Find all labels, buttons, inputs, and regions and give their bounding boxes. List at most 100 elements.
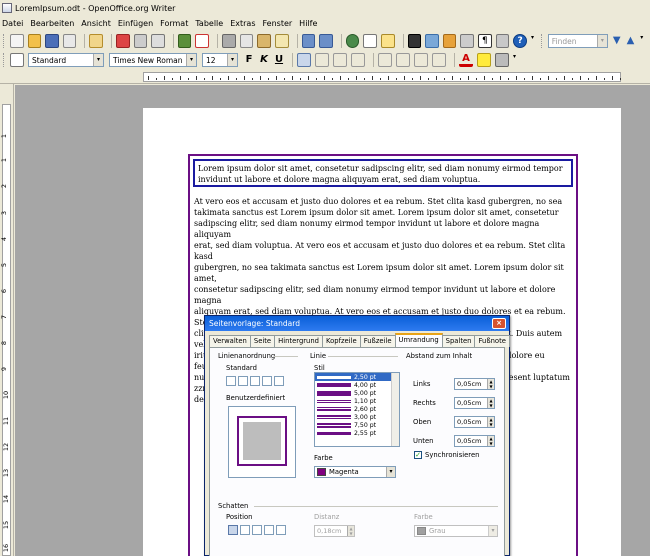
border-preview-area[interactable]	[228, 406, 296, 478]
edit-mode-icon[interactable]	[89, 34, 104, 48]
redo-icon[interactable]	[319, 34, 333, 48]
line-style-option[interactable]: 3,00 pt	[315, 413, 399, 421]
save-icon[interactable]	[45, 34, 59, 48]
menu-datei[interactable]: Datei	[2, 19, 23, 28]
shadow-bottom-right-button[interactable]	[240, 525, 250, 535]
italic-button[interactable]: K	[258, 53, 270, 67]
background-color-icon[interactable]	[495, 53, 509, 67]
find-dropdown-icon[interactable]: ▾	[596, 35, 607, 47]
shadow-top-left-button[interactable]	[276, 525, 286, 535]
spin-arrows-icon[interactable]: ▲ ▼	[487, 417, 494, 427]
tab-umrandung[interactable]: Umrandung	[394, 333, 443, 347]
table-icon[interactable]	[363, 34, 377, 48]
email-icon[interactable]	[62, 34, 77, 48]
find-toolbar-overflow-icon[interactable]: ▾	[640, 34, 646, 48]
find-replace-icon[interactable]	[407, 34, 422, 48]
bold-button[interactable]: F	[243, 53, 255, 67]
menu-fenster[interactable]: Fenster	[263, 19, 293, 28]
unten-spinbox[interactable]: 0,05cm ▲ ▼	[454, 435, 495, 447]
bullets-icon[interactable]	[396, 53, 410, 67]
align-left-icon[interactable]	[297, 53, 311, 67]
new-document-icon[interactable]	[9, 34, 24, 48]
align-center-icon[interactable]	[315, 53, 329, 67]
help-icon[interactable]: ?	[513, 34, 527, 48]
line-style-list[interactable]: 2,50 pt 4,00 pt 5,00 pt 1,10 pt 2,60 pt …	[314, 372, 400, 447]
size-dropdown-icon[interactable]: ▾	[227, 54, 237, 66]
gallery-icon[interactable]	[442, 34, 457, 48]
highlight-icon[interactable]	[477, 53, 491, 67]
horizontal-ruler[interactable]	[0, 70, 650, 84]
style-dropdown-icon[interactable]: ▾	[93, 54, 103, 66]
line-style-option[interactable]: 2,60 pt	[315, 405, 399, 413]
tab-seite[interactable]: Seite	[249, 335, 276, 347]
font-dropdown-icon[interactable]: ▾	[186, 54, 196, 66]
page-header[interactable]: Lorem ipsum dolor sit amet, consetetur s…	[193, 159, 573, 187]
shadow-none-button[interactable]	[228, 525, 238, 535]
shadow-bottom-left-button[interactable]	[264, 525, 274, 535]
color-dropdown-icon[interactable]: ▾	[386, 467, 395, 477]
menu-format[interactable]: Format	[160, 19, 188, 28]
print-icon[interactable]	[133, 34, 148, 48]
numbering-icon[interactable]	[378, 53, 392, 67]
line-style-option[interactable]: 4,00 pt	[315, 381, 399, 389]
sync-checkbox[interactable]: ✓	[414, 451, 422, 459]
hyperlink-icon[interactable]	[345, 34, 360, 48]
toolbar-grip[interactable]	[3, 53, 6, 67]
decrease-indent-icon[interactable]	[414, 53, 428, 67]
line-style-option[interactable]: 5,00 pt	[315, 389, 399, 397]
line-style-option[interactable]: 2,50 pt	[315, 373, 399, 381]
tab-verwalten[interactable]: Verwalten	[209, 335, 251, 347]
tab-fussnote[interactable]: Fußnote	[474, 335, 510, 347]
spellcheck-icon[interactable]	[177, 34, 192, 48]
styles-formatting-icon[interactable]	[10, 53, 24, 67]
close-icon[interactable]: ×	[492, 318, 506, 329]
spin-arrows-icon[interactable]: ▲ ▼	[487, 436, 494, 446]
tab-spalten[interactable]: Spalten	[441, 335, 476, 347]
tab-hintergrund[interactable]: Hintergrund	[274, 335, 323, 347]
preset-leftright-button[interactable]	[262, 376, 272, 386]
rechts-spinbox[interactable]: 0,05cm ▲ ▼	[454, 397, 495, 409]
preset-none-button[interactable]	[226, 376, 236, 386]
menu-hilfe[interactable]: Hilfe	[299, 19, 317, 28]
menu-einfuegen[interactable]: Einfügen	[118, 19, 153, 28]
vertical-ruler[interactable]: 1 1 2 3 4 5 6 7 8 9 10 11 12 13 14 15 16	[0, 84, 14, 556]
spin-arrows-icon[interactable]: ▲ ▼	[347, 526, 354, 536]
page-style-dialog[interactable]: Seitenvorlage: Standard × Verwalten Seit…	[204, 315, 510, 556]
toolbar-overflow-icon[interactable]: ▾	[513, 53, 519, 67]
spin-arrows-icon[interactable]: ▲ ▼	[487, 398, 494, 408]
shadow-color-dropdown-icon[interactable]: ▾	[488, 526, 497, 536]
zoom-icon[interactable]	[495, 34, 510, 48]
show-draw-icon[interactable]	[381, 34, 395, 48]
shadow-color-select[interactable]: Grau ▾	[414, 525, 498, 537]
justify-icon[interactable]	[351, 53, 365, 67]
line-style-option[interactable]: 2,55 pt	[315, 429, 399, 437]
datasources-icon[interactable]	[460, 34, 475, 48]
line-style-scrollbar[interactable]	[391, 373, 399, 446]
preset-box-button[interactable]	[238, 376, 248, 386]
export-pdf-icon[interactable]	[116, 34, 130, 48]
print-preview-icon[interactable]	[151, 34, 165, 48]
line-color-select[interactable]: Magenta ▾	[314, 466, 396, 478]
undo-icon[interactable]	[301, 34, 316, 48]
paste-icon[interactable]	[257, 34, 271, 48]
menu-ansicht[interactable]: Ansicht	[81, 19, 111, 28]
horizontal-ruler-scale[interactable]	[143, 72, 621, 82]
toolbar-overflow-icon[interactable]: ▾	[531, 34, 537, 48]
links-spinbox[interactable]: 0,05cm ▲ ▼	[454, 378, 495, 390]
line-style-option[interactable]: 7,50 pt	[315, 421, 399, 429]
align-right-icon[interactable]	[333, 53, 347, 67]
tab-fusszeile[interactable]: Fußzeile	[359, 335, 396, 347]
oben-spinbox[interactable]: 0,05cm ▲ ▼	[454, 416, 495, 428]
copy-icon[interactable]	[239, 34, 254, 48]
menu-bearbeiten[interactable]: Bearbeiten	[30, 19, 74, 28]
font-size-select[interactable]: 12 ▾	[202, 53, 238, 67]
find-previous-icon[interactable]: ▲	[627, 34, 637, 48]
format-paintbrush-icon[interactable]	[274, 34, 289, 48]
menu-tabelle[interactable]: Tabelle	[195, 19, 223, 28]
tab-kopfzeile[interactable]: Kopfzeile	[321, 335, 361, 347]
preset-topbottom-button[interactable]	[274, 376, 284, 386]
distanz-spinbox[interactable]: 0,18cm ▲ ▼	[314, 525, 355, 537]
toolbar-grip[interactable]	[3, 34, 6, 48]
line-style-option[interactable]: 1,10 pt	[315, 397, 399, 405]
font-name-select[interactable]: Times New Roman ▾	[109, 53, 197, 67]
